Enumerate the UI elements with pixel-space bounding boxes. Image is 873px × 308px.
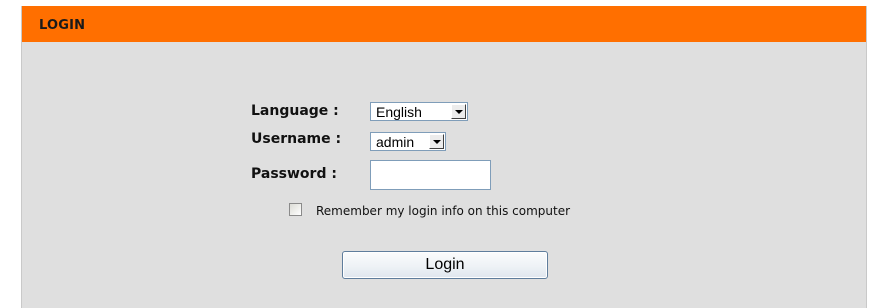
language-select[interactable]: English [370,102,468,121]
language-label: Language : [251,103,339,119]
remember-label: Remember my login info on this computer [316,204,571,218]
username-select-value: admin [376,134,415,150]
password-label: Password : [251,166,337,182]
username-label: Username : [251,131,342,147]
panel-header: LOGIN [22,6,866,42]
language-select-value: English [376,104,422,120]
login-button[interactable]: Login [342,251,548,279]
password-input[interactable] [370,160,491,190]
panel-title: LOGIN [39,18,86,33]
login-button-label: Login [425,256,465,273]
chevron-down-icon[interactable] [451,104,466,119]
login-panel: LOGIN Language : English Username : admi… [21,6,867,308]
remember-checkbox[interactable] [289,203,302,216]
username-select[interactable]: admin [370,132,446,151]
chevron-down-icon[interactable] [429,134,444,149]
